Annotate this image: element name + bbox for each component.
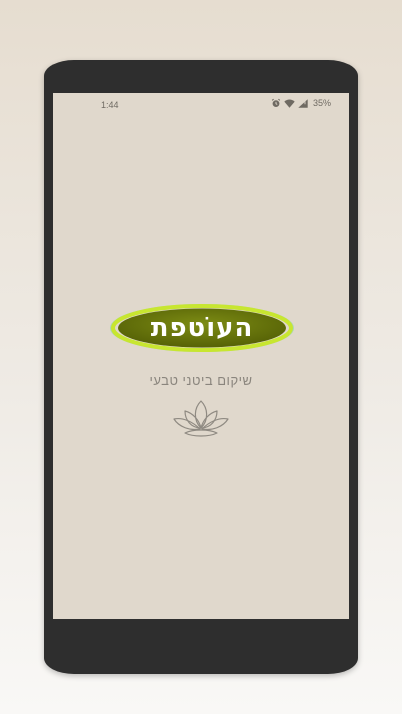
wifi-icon xyxy=(284,99,295,108)
lotus-icon xyxy=(173,400,229,437)
app-screen: 1:44 35% העוֹטפת שיקום ביטני טבעי xyxy=(53,93,349,619)
battery-percent: 35% xyxy=(312,98,331,108)
status-icons: 35% xyxy=(271,98,331,108)
logo-text: העוֹטפת xyxy=(150,313,254,343)
app-logo: העוֹטפת xyxy=(109,303,295,353)
tagline: שיקום ביטני טבעי xyxy=(149,373,253,388)
phone-frame: 1:44 35% העוֹטפת שיקום ביטני טבעי xyxy=(44,60,358,674)
signal-icon xyxy=(298,98,308,108)
status-bar: 1:44 35% xyxy=(53,93,349,117)
alarm-icon xyxy=(271,98,281,107)
status-time: 1:44 xyxy=(101,100,119,110)
